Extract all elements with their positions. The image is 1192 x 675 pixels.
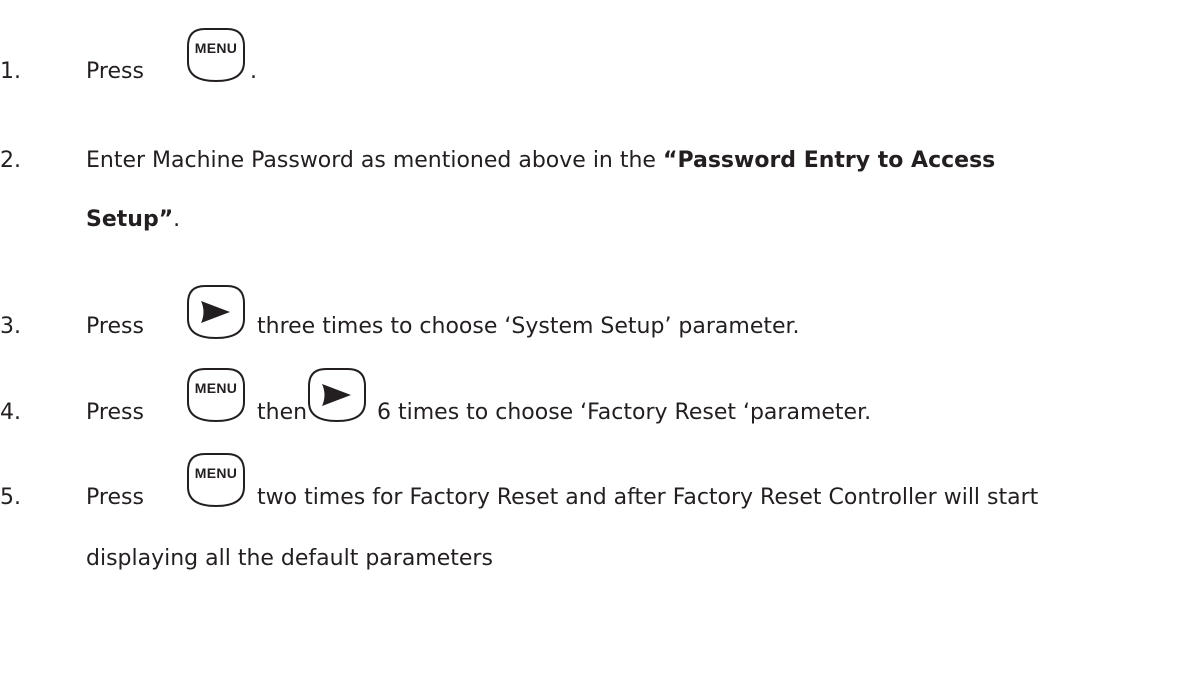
step-text-middle: then	[257, 400, 308, 425]
step-text-suffix: 6 times to choose ‘Factory Reset ‘parame…	[377, 400, 872, 425]
step-text-suffix: three times to choose ‘System Setup’ par…	[257, 314, 800, 339]
section-reference-end: Setup”	[86, 207, 174, 232]
menu-key-label: MENU	[194, 380, 238, 396]
step-text-plain: Enter Machine Password as mentioned abov…	[86, 148, 656, 173]
step-text-continued: Setup”.	[86, 207, 180, 233]
menu-key-icon: MENU	[184, 366, 248, 424]
step-number: 3.	[0, 314, 21, 339]
menu-key-icon: MENU	[184, 26, 248, 84]
step-text: Enter Machine Password as mentioned abov…	[86, 148, 995, 174]
step-text-tail: .	[173, 207, 181, 232]
step-number: 2.	[0, 148, 21, 173]
section-reference: “Password Entry to Access	[662, 148, 996, 173]
step-text: Press	[86, 314, 144, 339]
step-text-continued: displaying all the default parameters	[86, 546, 493, 571]
step-number: 1.	[0, 59, 21, 84]
step-text: Press	[86, 485, 144, 510]
step-number: 5.	[0, 485, 21, 510]
right-arrow-key-icon	[184, 283, 248, 341]
step-text: Press	[86, 400, 144, 425]
right-arrow-key-icon	[305, 366, 369, 424]
step-text-suffix: .	[250, 59, 257, 84]
step-text-suffix: two times for Factory Reset and after Fa…	[257, 485, 1039, 510]
menu-key-label: MENU	[194, 40, 238, 56]
menu-key-icon: MENU	[184, 451, 248, 509]
step-number: 4.	[0, 400, 21, 425]
step-text: Press	[86, 59, 144, 84]
menu-key-label: MENU	[194, 465, 238, 481]
